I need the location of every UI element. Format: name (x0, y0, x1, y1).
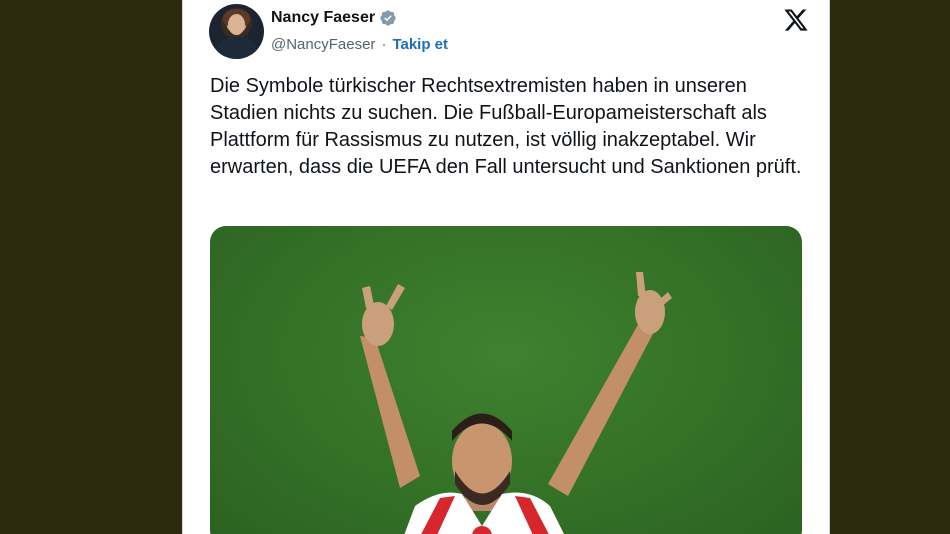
tweet-photo[interactable] (210, 226, 802, 534)
handle-row: @NancyFaeser · Takip et (271, 36, 448, 53)
player-illustration (360, 272, 672, 534)
verified-badge-icon (380, 10, 396, 26)
author-name[interactable]: Nancy Faeser (271, 9, 375, 27)
separator-dot: · (381, 36, 387, 53)
author-name-row[interactable]: Nancy Faeser (271, 9, 397, 27)
author-handle[interactable]: @NancyFaeser (271, 36, 375, 53)
tweet-text: Die Symbole türkischer Rechtsextremisten… (210, 75, 802, 178)
x-logo-icon[interactable] (783, 7, 809, 33)
tweet-card: Nancy Faeser @NancyFaeser · Takip et Die… (182, 0, 830, 534)
follow-button[interactable]: Takip et (392, 36, 448, 53)
avatar[interactable] (209, 4, 264, 59)
